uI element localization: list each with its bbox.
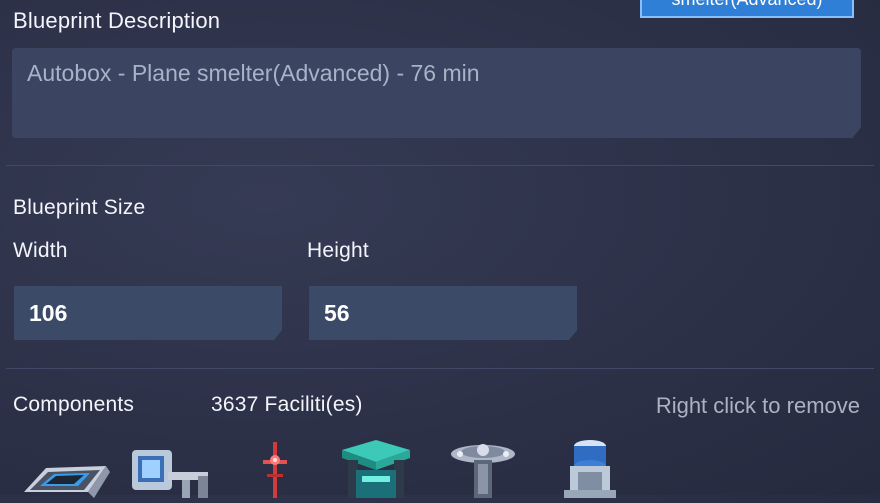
smelter-icon[interactable] bbox=[448, 436, 518, 498]
description-value: Autobox - Plane smelter(Advanced) - 76 m… bbox=[27, 60, 480, 86]
width-label: Width bbox=[13, 239, 68, 262]
components-label: Components bbox=[13, 393, 135, 416]
height-input[interactable]: 56 bbox=[309, 286, 577, 340]
conveyor-belt-icon[interactable] bbox=[20, 436, 112, 498]
section-divider bbox=[6, 165, 874, 166]
remove-hint: Right click to remove bbox=[655, 393, 860, 418]
blueprint-size-label: Blueprint Size bbox=[13, 196, 146, 219]
sorter-icon[interactable] bbox=[128, 436, 214, 498]
blueprint-name-tag[interactable]: smelter(Advanced) bbox=[640, 0, 854, 18]
tesla-tower-icon[interactable] bbox=[258, 436, 292, 498]
description-label: Blueprint Description bbox=[13, 8, 221, 33]
section-divider bbox=[6, 368, 874, 369]
assembler-icon[interactable] bbox=[336, 436, 416, 498]
components-count: 3637 Faciliti(es) bbox=[211, 393, 363, 416]
storage-tank-icon[interactable] bbox=[554, 436, 626, 498]
width-input[interactable]: 106 bbox=[14, 286, 282, 340]
height-label: Height bbox=[307, 239, 369, 262]
blueprint-name-tag-label: smelter(Advanced) bbox=[671, 0, 822, 12]
